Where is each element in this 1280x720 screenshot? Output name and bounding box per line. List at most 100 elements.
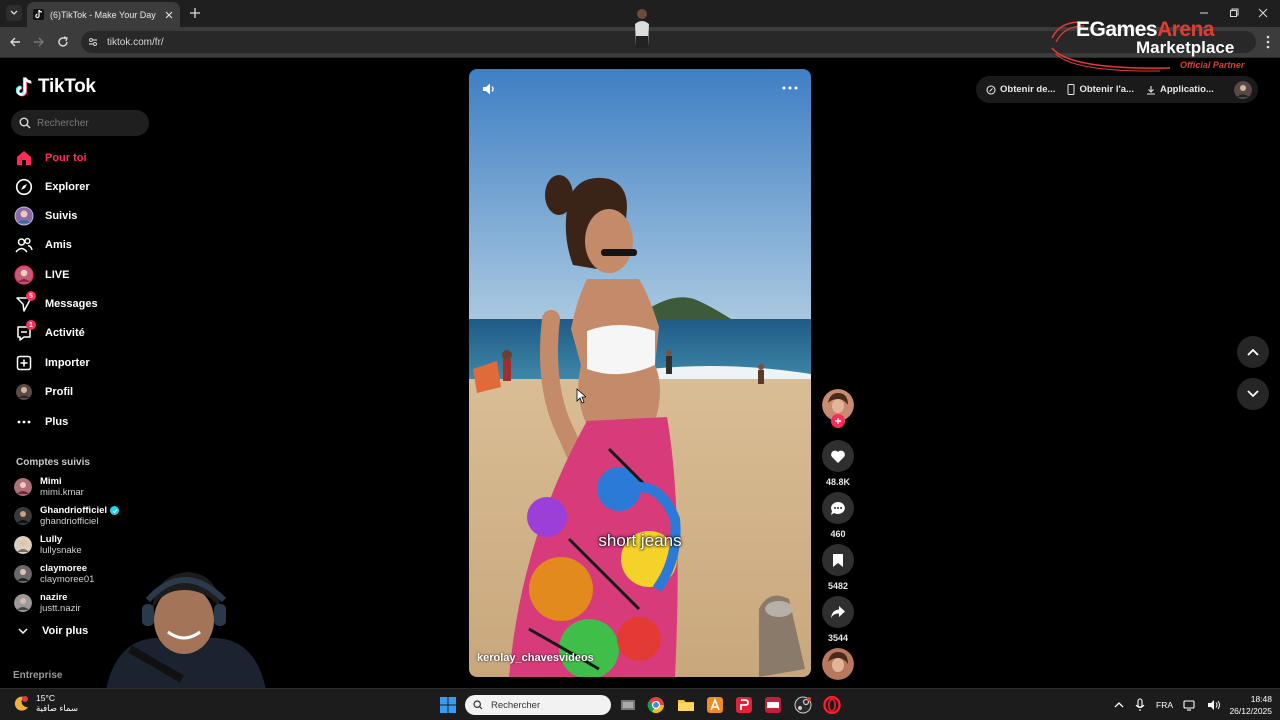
next-video-button[interactable] xyxy=(1237,378,1269,410)
app-a-icon[interactable] xyxy=(706,696,724,714)
forward-icon[interactable] xyxy=(32,35,46,49)
messages-badge: 5 xyxy=(26,291,36,301)
live-avatar-icon xyxy=(14,265,34,285)
nav-item-upload[interactable]: Importer xyxy=(14,352,90,374)
avatar xyxy=(14,594,32,612)
share-button[interactable]: 3544 xyxy=(822,596,854,643)
tab-search-chevron-icon[interactable] xyxy=(6,5,22,21)
windows-start-icon[interactable] xyxy=(440,697,456,713)
nav-label: Profil xyxy=(45,386,74,398)
account-name: claymoree xyxy=(40,563,88,574)
search-input[interactable]: Rechercher xyxy=(11,110,149,136)
reload-icon[interactable] xyxy=(56,35,70,49)
account-handle: ghandriofficiel xyxy=(40,516,99,527)
followed-account[interactable]: Mimi mimi.kmar xyxy=(14,474,84,500)
desktop-app-button[interactable]: Applicatio... xyxy=(1146,84,1214,95)
video-player[interactable]: short jeans kerolay_chavesvideos xyxy=(469,69,811,677)
nav-item-live[interactable]: LIVE xyxy=(14,264,69,286)
account-name: Mimi xyxy=(40,476,62,487)
follow-plus-icon[interactable] xyxy=(831,414,845,428)
avatar xyxy=(14,507,32,525)
volume-icon[interactable] xyxy=(481,81,497,97)
nav-item-messages[interactable]: 5 Messages xyxy=(14,291,98,315)
account-name: Lully xyxy=(40,534,63,545)
profile-avatar-icon xyxy=(14,382,34,402)
steam-like-icon[interactable] xyxy=(794,696,812,714)
browser-tab[interactable]: (6)TikTok - Make Your Day xyxy=(27,2,180,27)
bookmark-icon xyxy=(822,544,854,576)
like-button[interactable]: 48.8K xyxy=(822,440,854,487)
back-icon[interactable] xyxy=(8,35,22,49)
nav-label: Plus xyxy=(45,416,69,428)
opera-icon[interactable] xyxy=(823,696,841,714)
nav-label: Importer xyxy=(45,357,90,369)
get-app-button[interactable]: Obtenir l'a... xyxy=(1067,84,1134,95)
video-more-options-icon[interactable] xyxy=(781,83,799,93)
video-author[interactable]: kerolay_chavesvideos xyxy=(477,652,594,664)
nav-label: Activité xyxy=(45,327,85,339)
account-handle: mimi.kmar xyxy=(40,487,84,498)
user-avatar[interactable] xyxy=(1234,81,1252,99)
nav-item-friends[interactable]: Amis xyxy=(14,234,72,256)
browser-menu-icon[interactable] xyxy=(1266,35,1270,49)
tab-title: (6)TikTok - Make Your Day xyxy=(50,9,156,20)
phone-icon xyxy=(1067,84,1075,95)
voice-app-icon[interactable] xyxy=(764,696,782,714)
microphone-icon[interactable] xyxy=(1134,698,1146,712)
weather-widget[interactable]: 15°C سماء صافية xyxy=(12,693,78,714)
comment-button[interactable]: 460 xyxy=(822,492,854,539)
nav-item-explore[interactable]: Explorer xyxy=(14,176,90,198)
taskbar-search-placeholder: Rechercher xyxy=(491,699,541,711)
followed-account[interactable]: Ghandriofficiel ghandriofficiel xyxy=(14,503,120,529)
followed-account[interactable]: Lully lullysnake xyxy=(14,532,82,558)
language-indicator[interactable]: FRA xyxy=(1156,700,1173,710)
chevron-up-icon xyxy=(1247,348,1259,356)
mouse-cursor-icon xyxy=(576,388,586,404)
enterprise-link[interactable]: Entreprise xyxy=(13,670,62,681)
file-explorer-icon[interactable] xyxy=(677,696,695,714)
followed-accounts-heading: Comptes suivis xyxy=(16,457,90,468)
speaker-icon[interactable] xyxy=(1207,699,1221,711)
avatar xyxy=(14,478,32,496)
taskbar-search-input[interactable]: Rechercher xyxy=(465,695,611,715)
activity-badge: 1 xyxy=(26,320,36,330)
nav-label: Amis xyxy=(45,239,72,251)
close-tab-icon[interactable] xyxy=(164,10,174,20)
new-tab-icon[interactable] xyxy=(188,6,202,20)
app-red-icon[interactable] xyxy=(735,696,753,714)
previous-video-button[interactable] xyxy=(1237,336,1269,368)
followed-account[interactable]: nazire justt.nazir xyxy=(14,590,81,616)
clock-date: 26/12/2025 xyxy=(1229,706,1272,716)
following-avatar-icon xyxy=(14,206,34,226)
nav-item-profile[interactable]: Profil xyxy=(14,381,73,403)
nav-label: Suivis xyxy=(45,210,78,222)
nav-item-for-you[interactable]: Pour toi xyxy=(14,147,87,169)
followed-account[interactable]: claymoree claymoree01 xyxy=(14,561,94,587)
chevron-up-icon[interactable] xyxy=(1114,701,1124,709)
save-button[interactable]: 5482 xyxy=(822,544,854,591)
windows-taskbar: 15°C سماء صافية Rechercher FRA 18:48 26/… xyxy=(0,688,1280,720)
nav-label: LIVE xyxy=(45,269,70,281)
clock[interactable]: 18:48 26/12/2025 xyxy=(1220,694,1272,716)
task-view-icon[interactable] xyxy=(619,696,637,714)
share-arrow-icon xyxy=(822,596,854,628)
compass-icon xyxy=(14,177,34,197)
nav-item-following[interactable]: Suivis xyxy=(14,205,77,227)
network-icon[interactable] xyxy=(1183,699,1197,711)
music-disc-avatar[interactable] xyxy=(822,648,854,680)
pill-label: Applicatio... xyxy=(1159,84,1214,95)
site-settings-icon[interactable] xyxy=(87,36,99,48)
tiktok-logo[interactable]: TikTok xyxy=(16,76,96,98)
tiktok-favicon-icon xyxy=(33,9,44,20)
see-more-button[interactable]: Voir plus xyxy=(18,625,88,637)
tiktok-logo-text: TikTok xyxy=(38,76,96,97)
tiktok-note-icon xyxy=(16,77,32,97)
get-coins-button[interactable]: Obtenir de... xyxy=(986,84,1055,95)
chrome-icon[interactable] xyxy=(647,696,665,714)
nav-item-activity[interactable]: 1 Activité xyxy=(14,320,85,344)
video-caption-overlay: short jeans xyxy=(598,531,682,550)
see-more-label: Voir plus xyxy=(42,625,89,637)
account-name: Ghandriofficiel xyxy=(40,505,108,516)
nav-item-more[interactable]: Plus xyxy=(14,411,68,433)
upload-icon xyxy=(14,353,34,373)
